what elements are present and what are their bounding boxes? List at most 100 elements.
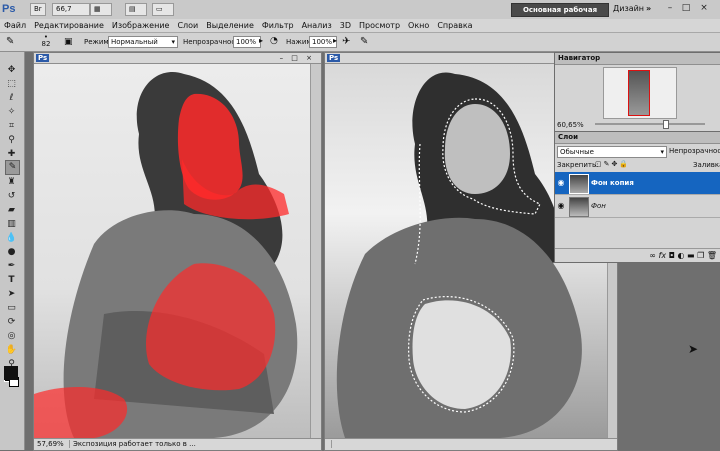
minimize-button[interactable]: – xyxy=(664,3,676,14)
layers-tab[interactable]: Слои xyxy=(555,132,720,144)
menu-image[interactable]: Изображение xyxy=(108,19,174,32)
eye-icon[interactable]: ◉ xyxy=(556,195,566,217)
mode-value: Нормальный xyxy=(111,38,158,46)
canvas-left[interactable] xyxy=(34,64,310,438)
arrange-documents-button[interactable]: ▤ xyxy=(125,3,147,16)
navigator-zoom-slider[interactable] xyxy=(595,123,705,125)
blur-tool-icon[interactable]: 💧 xyxy=(5,232,18,245)
screen-mode-button[interactable]: ▭ xyxy=(152,3,174,16)
menu-help[interactable]: Справка xyxy=(433,19,476,32)
ps-doc-icon: Ps xyxy=(36,54,50,62)
menu-3d[interactable]: 3D xyxy=(336,19,355,32)
quick-mask-icon[interactable] xyxy=(4,366,18,380)
menu-filter[interactable]: Фильтр xyxy=(258,19,298,32)
navigator-panel: Навигатор 60,65% xyxy=(554,52,720,133)
brush-tool-icon[interactable]: ✎ xyxy=(5,160,20,175)
dodge-tool-icon[interactable]: ● xyxy=(5,246,18,259)
eraser-tool-icon[interactable]: ▰ xyxy=(5,204,18,217)
fx-icon[interactable]: fx xyxy=(659,251,667,260)
menu-bar: Файл Редактирование Изображение Слои Выделен… xyxy=(0,19,720,33)
menu-analysis[interactable]: Анализ xyxy=(298,19,336,32)
tablet-opacity-icon[interactable]: ◔ xyxy=(270,35,284,48)
layer-thumbnail xyxy=(569,197,589,217)
layer-row-background[interactable]: ◉ Фон xyxy=(555,195,720,218)
mode-label: Режим: xyxy=(84,38,112,46)
opacity-input[interactable]: 100% xyxy=(233,36,261,48)
eye-icon[interactable]: ◉ xyxy=(556,172,566,194)
mode-select[interactable]: Нормальный ▾ xyxy=(108,36,178,48)
doc-window-controls-left[interactable]: – □ × xyxy=(280,53,315,63)
workspace-design-button[interactable]: Дизайн xyxy=(613,3,644,15)
menu-file[interactable]: Файл xyxy=(0,19,30,32)
marquee-tool-icon[interactable]: ⬚ xyxy=(5,78,18,91)
pressure-slider-arrow-icon[interactable]: ▸ xyxy=(333,36,337,45)
tablet-size-icon[interactable]: ✎ xyxy=(360,35,374,48)
crop-tool-icon[interactable]: ⌗ xyxy=(5,120,18,133)
link-icon[interactable]: ∞ xyxy=(649,251,656,260)
workspace-essentials-button[interactable]: Основная рабочая среда xyxy=(511,3,609,26)
brush-size-picker[interactable]: • 82 xyxy=(38,34,54,49)
pen-tool-icon[interactable]: ✒ xyxy=(5,260,18,273)
folder-icon[interactable]: ▬ xyxy=(687,251,695,260)
layer-name[interactable]: Фон копия xyxy=(591,172,634,194)
lasso-tool-icon[interactable]: ℓ xyxy=(5,92,18,105)
navigator-tab[interactable]: Навигатор xyxy=(555,53,720,65)
tools-panel: ✥ ⬚ ℓ ✧ ⌗ ⚲ ✚ ✎ ♜ ↺ ▰ ▥ 💧 ● ✒ T ➤ ▭ ⟳ ◎ … xyxy=(0,52,25,450)
close-button[interactable]: × xyxy=(698,3,710,14)
navigator-zoom-thumb[interactable] xyxy=(663,120,669,129)
layer-name[interactable]: Фон xyxy=(591,195,606,217)
chevron-down-icon: ▾ xyxy=(171,38,175,46)
quick-select-tool-icon[interactable]: ✧ xyxy=(5,106,18,119)
3d-orbit-tool-icon[interactable]: ◎ xyxy=(5,330,18,343)
gradient-tool-icon[interactable]: ▥ xyxy=(5,218,18,231)
3d-rotate-tool-icon[interactable]: ⟳ xyxy=(5,316,18,329)
photoshop-logo: Ps xyxy=(2,3,16,15)
mouse-cursor-icon: ➤ xyxy=(688,342,699,356)
layer-opacity-label: Непрозрачность: xyxy=(669,147,720,155)
hand-tool-icon[interactable]: ✋ xyxy=(5,344,18,357)
maximize-button[interactable]: □ xyxy=(680,3,692,14)
view-extras-button[interactable]: ▦ xyxy=(90,3,112,16)
adjustment-icon[interactable]: ◐ xyxy=(677,251,684,260)
menu-view[interactable]: Просмотр xyxy=(355,19,404,32)
airbrush-icon[interactable]: ✈ xyxy=(342,35,356,48)
application-bar: Ps Br 66,7 ▦ ▤ ▭ Основная рабочая среда … xyxy=(0,0,720,26)
layer-row-background-copy[interactable]: ◉ Фон копия xyxy=(555,172,720,195)
zoom-level-chip[interactable]: 66,7 xyxy=(52,3,90,16)
path-select-tool-icon[interactable]: ➤ xyxy=(5,288,18,301)
brush-preset-icon[interactable]: ✎ xyxy=(6,36,20,48)
blend-mode-value: Обычные xyxy=(560,148,594,156)
opacity-slider-arrow-icon[interactable]: ▸ xyxy=(259,36,263,45)
menu-select[interactable]: Выделение xyxy=(202,19,258,32)
navigator-preview[interactable] xyxy=(603,67,677,119)
status-text-right[interactable] xyxy=(331,440,338,448)
fill-label: Заливка: xyxy=(693,161,720,169)
blend-mode-select[interactable]: Обычные ▾ xyxy=(557,146,667,158)
lock-icons[interactable]: ▢✎✥🔒 xyxy=(595,160,630,168)
menu-layers[interactable]: Слои xyxy=(173,19,202,32)
navigator-view-box[interactable] xyxy=(628,70,650,116)
bridge-button[interactable]: Br xyxy=(30,3,46,16)
stamp-tool-icon[interactable]: ♜ xyxy=(5,176,18,189)
type-tool-icon[interactable]: T xyxy=(5,274,18,287)
new-layer-icon[interactable]: ❐ xyxy=(697,251,704,260)
more-workspaces-button[interactable]: » xyxy=(646,3,651,15)
document-tab-left[interactable]: Ps – □ × xyxy=(34,53,321,64)
trash-icon[interactable]: 🗑 xyxy=(707,251,717,260)
menu-window[interactable]: Окно xyxy=(404,19,433,32)
mask-icon[interactable]: ◘ xyxy=(669,251,675,260)
status-text-left[interactable]: Экспозиция работает только в ... xyxy=(68,440,199,448)
vertical-scrollbar-left[interactable] xyxy=(310,64,321,438)
zoom-readout-left[interactable]: 57,69% xyxy=(34,440,67,448)
eyedropper-tool-icon[interactable]: ⚲ xyxy=(5,134,18,147)
options-bar: ✎ • 82 ▣ Режим: Нормальный ▾ Непрозрачно… xyxy=(0,33,720,52)
status-bar-left: 57,69% Экспозиция работает только в ... xyxy=(34,438,321,450)
navigator-zoom-value[interactable]: 60,65% xyxy=(557,121,584,129)
shape-tool-icon[interactable]: ▭ xyxy=(5,302,18,315)
layers-footer: ∞ fx ◘ ◐ ▬ ❐ 🗑 xyxy=(555,248,720,262)
move-tool-icon[interactable]: ✥ xyxy=(5,64,18,77)
brush-panel-toggle-icon[interactable]: ▣ xyxy=(64,36,76,48)
history-brush-tool-icon[interactable]: ↺ xyxy=(5,190,18,203)
layer-thumbnail xyxy=(569,174,589,194)
menu-edit[interactable]: Редактирование xyxy=(30,19,108,32)
